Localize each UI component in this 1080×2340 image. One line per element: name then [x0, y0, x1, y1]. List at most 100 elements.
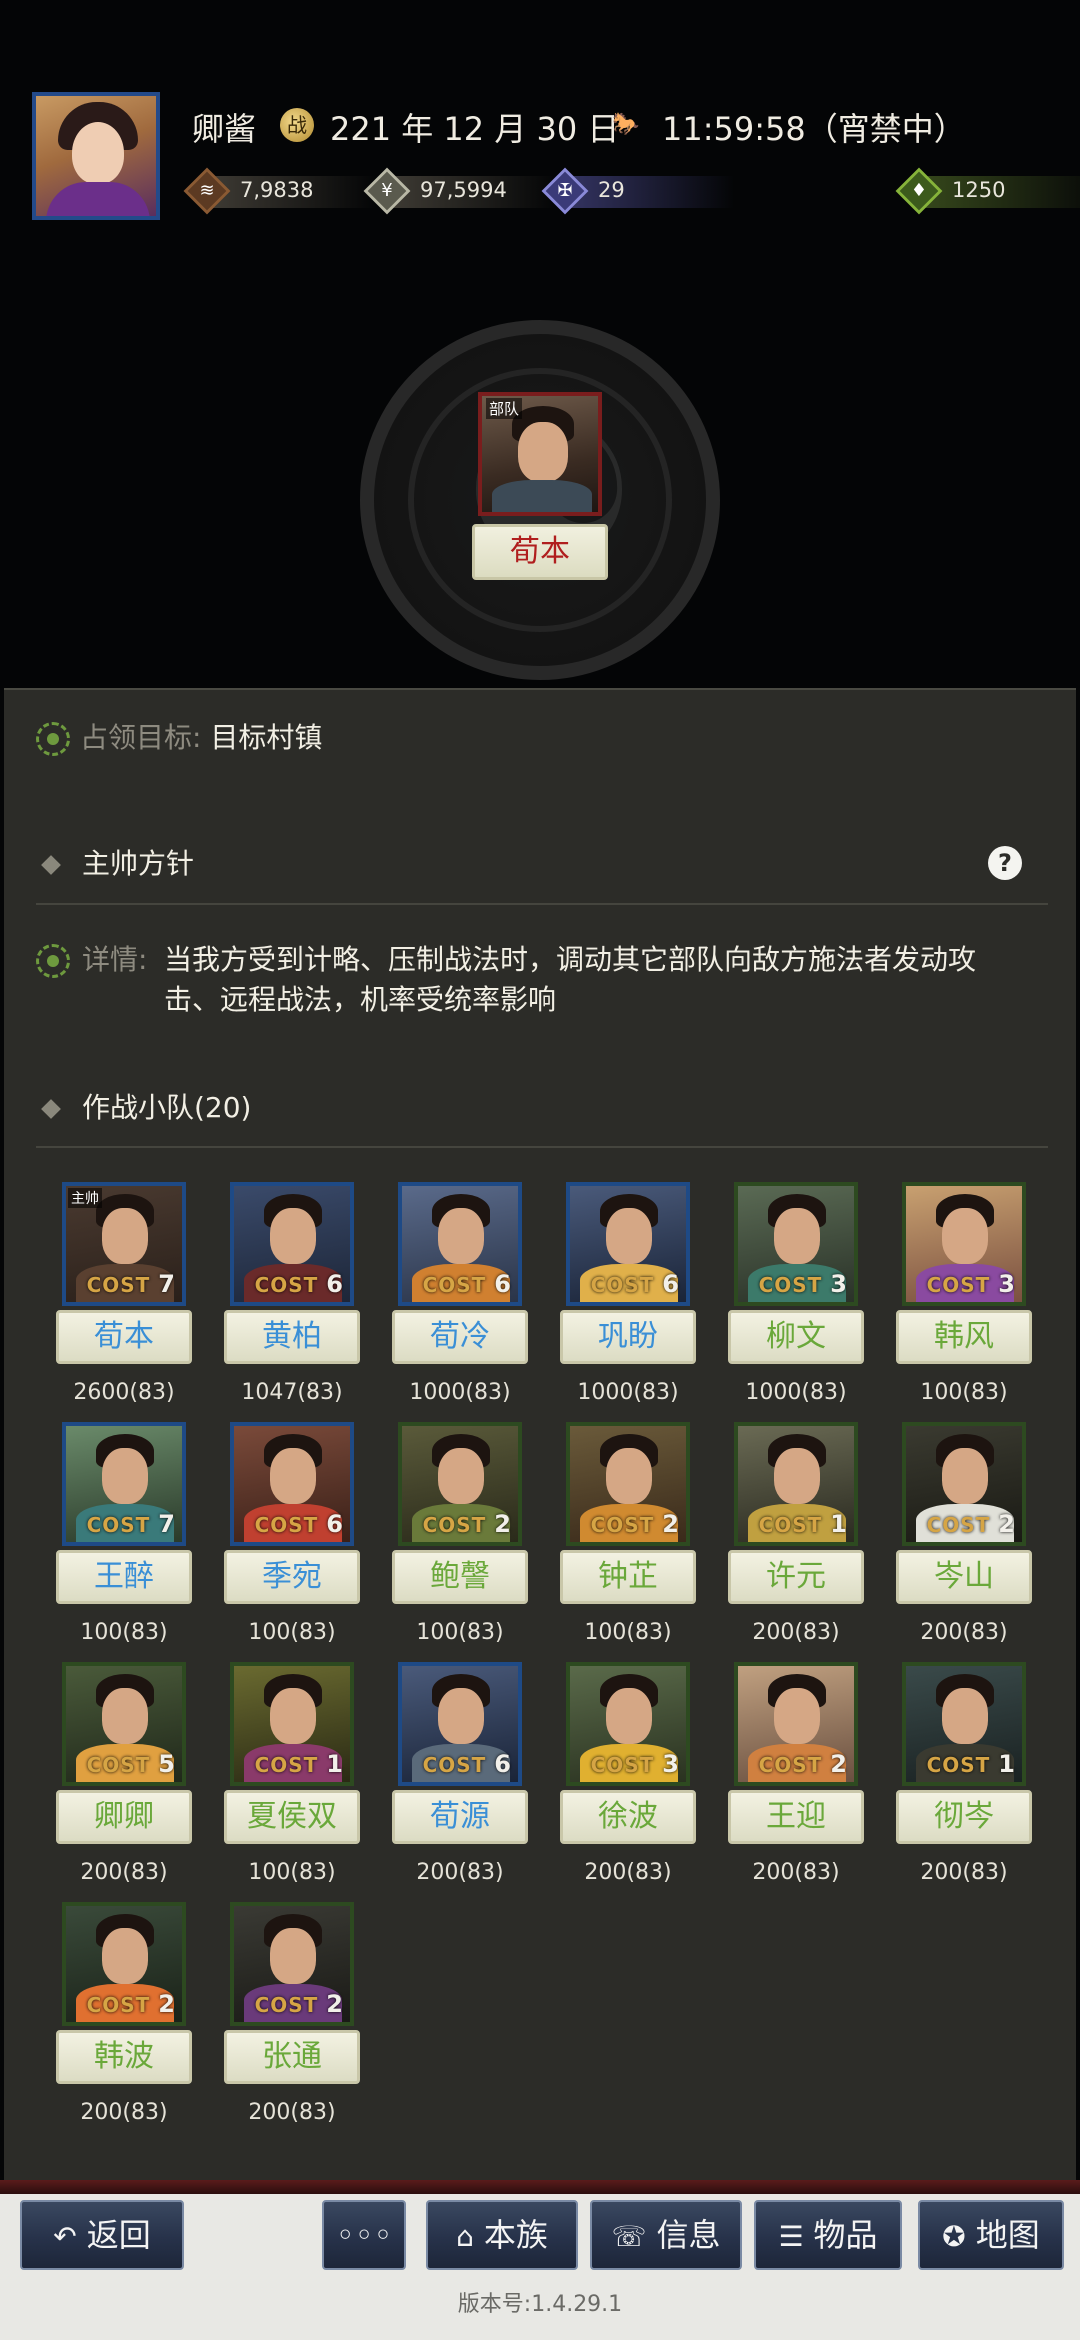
- leader-tag: 部队: [486, 398, 523, 419]
- squad-member-card[interactable]: COST 3 柳文 1000(83): [704, 1182, 872, 1422]
- cost-value: 6: [662, 1270, 680, 1298]
- member-portrait[interactable]: COST 6: [398, 1182, 522, 1306]
- member-portrait[interactable]: COST 2: [566, 1422, 690, 1546]
- member-name-button[interactable]: 张通: [224, 2030, 360, 2084]
- member-portrait[interactable]: COST 5: [62, 1662, 186, 1786]
- jade-value: 1250: [952, 178, 1006, 202]
- member-name-button[interactable]: 王醉: [56, 1550, 192, 1604]
- member-portrait[interactable]: COST 2: [62, 1902, 186, 2026]
- squad-member-card[interactable]: COST 3 韩风 100(83): [872, 1182, 1040, 1422]
- member-portrait[interactable]: COST 3: [734, 1182, 858, 1306]
- player-avatar[interactable]: [32, 92, 160, 220]
- member-name-button[interactable]: 韩风: [896, 1310, 1032, 1364]
- map-button[interactable]: ✪ 地图: [918, 2200, 1064, 2270]
- member-name-button[interactable]: 韩波: [56, 2030, 192, 2084]
- member-name-button[interactable]: 钟芷: [560, 1550, 696, 1604]
- cost-label: COST 1: [254, 1750, 344, 1778]
- member-name-button[interactable]: 荀本: [56, 1310, 192, 1364]
- member-troops: 200(83): [920, 1620, 1008, 1645]
- copper-value: 7,9838: [240, 178, 314, 202]
- info-label: 信息: [656, 2216, 721, 2254]
- squad-member-card[interactable]: COST 7 主帅 荀本 2600(83): [32, 1182, 200, 1422]
- diamond-bullet-icon: [41, 855, 61, 875]
- member-portrait[interactable]: COST 1: [734, 1422, 858, 1546]
- target-value: 目标村镇: [210, 721, 323, 754]
- member-portrait[interactable]: COST 6: [566, 1182, 690, 1306]
- member-portrait[interactable]: COST 2: [734, 1662, 858, 1786]
- member-troops: 1000(83): [745, 1380, 847, 1405]
- cost-label: COST 6: [422, 1750, 512, 1778]
- member-name-button[interactable]: 柳文: [728, 1310, 864, 1364]
- member-portrait[interactable]: COST 7 主帅: [62, 1182, 186, 1306]
- grain-icon: ¥: [381, 180, 393, 201]
- squad-member-card[interactable]: COST 1 许元 200(83): [704, 1422, 872, 1662]
- squad-member-card[interactable]: COST 7 王醉 100(83): [32, 1422, 200, 1662]
- back-label: 返回: [86, 2216, 151, 2254]
- version-number: 版本号:1.4.29.1: [457, 2292, 623, 2317]
- member-troops: 1047(83): [241, 1380, 343, 1405]
- cost-value: 2: [830, 1750, 848, 1778]
- squad-member-card[interactable]: COST 2 韩波 200(83): [32, 1902, 200, 2142]
- member-portrait[interactable]: COST 2: [902, 1422, 1026, 1546]
- cost-label: COST 7: [86, 1270, 176, 1298]
- cost-label: COST 6: [254, 1270, 344, 1298]
- squad-member-card[interactable]: COST 6 季宛 100(83): [200, 1422, 368, 1662]
- member-portrait[interactable]: COST 6: [230, 1422, 354, 1546]
- squad-member-card[interactable]: COST 2 王迎 200(83): [704, 1662, 872, 1902]
- member-name-button[interactable]: 荀源: [392, 1790, 528, 1844]
- back-button[interactable]: ↶ 返回: [20, 2200, 184, 2270]
- member-troops: 100(83): [416, 1620, 504, 1645]
- diamond-bullet-icon: [41, 1099, 61, 1119]
- squad-member-card[interactable]: COST 6 荀冷 1000(83): [368, 1182, 536, 1422]
- cost-label: COST 2: [86, 1990, 176, 2018]
- target-label: 占领目标:: [80, 721, 202, 754]
- info-button[interactable]: ☏ 信息: [590, 2200, 742, 2270]
- squad-member-card[interactable]: COST 2 岑山 200(83): [872, 1422, 1040, 1662]
- member-name-button[interactable]: 巩盼: [560, 1310, 696, 1364]
- cost-value: 3: [662, 1750, 680, 1778]
- member-name-button[interactable]: 王迎: [728, 1790, 864, 1844]
- member-name-button[interactable]: 黄柏: [224, 1310, 360, 1364]
- member-portrait[interactable]: COST 6: [230, 1182, 354, 1306]
- member-name-button[interactable]: 夏侯双: [224, 1790, 360, 1844]
- leader-portrait[interactable]: 部队: [478, 392, 602, 516]
- member-portrait[interactable]: COST 2: [230, 1902, 354, 2026]
- member-portrait[interactable]: COST 7: [62, 1422, 186, 1546]
- member-portrait[interactable]: COST 3: [902, 1182, 1026, 1306]
- member-portrait[interactable]: COST 6: [398, 1662, 522, 1786]
- squad-member-card[interactable]: COST 2 鲍謦 100(83): [368, 1422, 536, 1662]
- member-name-button[interactable]: 彻岑: [896, 1790, 1032, 1844]
- cost-label: COST 6: [590, 1270, 680, 1298]
- member-portrait[interactable]: COST 1: [902, 1662, 1026, 1786]
- bottom-decor-band: [0, 2180, 1080, 2194]
- member-name-button[interactable]: 荀冷: [392, 1310, 528, 1364]
- member-name-button[interactable]: 卿卿: [56, 1790, 192, 1844]
- member-name-button[interactable]: 岑山: [896, 1550, 1032, 1604]
- leader-name-button[interactable]: 荀本: [472, 524, 608, 580]
- more-button[interactable]: ◦◦◦: [322, 2200, 406, 2270]
- detail-label: 详情:: [82, 943, 148, 976]
- squad-member-card[interactable]: COST 1 彻岑 200(83): [872, 1662, 1040, 1902]
- cost-label: COST 2: [254, 1990, 344, 2018]
- cost-value: 3: [830, 1270, 848, 1298]
- squad-member-card[interactable]: COST 6 黄柏 1047(83): [200, 1182, 368, 1422]
- squad-member-card[interactable]: COST 2 张通 200(83): [200, 1902, 368, 2142]
- member-portrait[interactable]: COST 2: [398, 1422, 522, 1546]
- member-portrait[interactable]: COST 1: [230, 1662, 354, 1786]
- help-button[interactable]: ?: [988, 846, 1022, 880]
- member-name-button[interactable]: 许元: [728, 1550, 864, 1604]
- clan-button[interactable]: ⌂ 本族: [426, 2200, 578, 2270]
- member-portrait[interactable]: COST 3: [566, 1662, 690, 1786]
- squad-member-card[interactable]: COST 6 荀源 200(83): [368, 1662, 536, 1902]
- squad-member-card[interactable]: COST 6 巩盼 1000(83): [536, 1182, 704, 1422]
- cost-value: 1: [326, 1750, 344, 1778]
- member-name-button[interactable]: 鲍謦: [392, 1550, 528, 1604]
- squad-member-card[interactable]: COST 5 卿卿 200(83): [32, 1662, 200, 1902]
- member-name-button[interactable]: 徐波: [560, 1790, 696, 1844]
- items-button[interactable]: ☰ 物品: [754, 2200, 902, 2270]
- squad-member-card[interactable]: COST 1 夏侯双 100(83): [200, 1662, 368, 1902]
- squad-member-card[interactable]: COST 3 徐波 200(83): [536, 1662, 704, 1902]
- cost-value: 2: [494, 1510, 512, 1538]
- member-name-button[interactable]: 季宛: [224, 1550, 360, 1604]
- squad-member-card[interactable]: COST 2 钟芷 100(83): [536, 1422, 704, 1662]
